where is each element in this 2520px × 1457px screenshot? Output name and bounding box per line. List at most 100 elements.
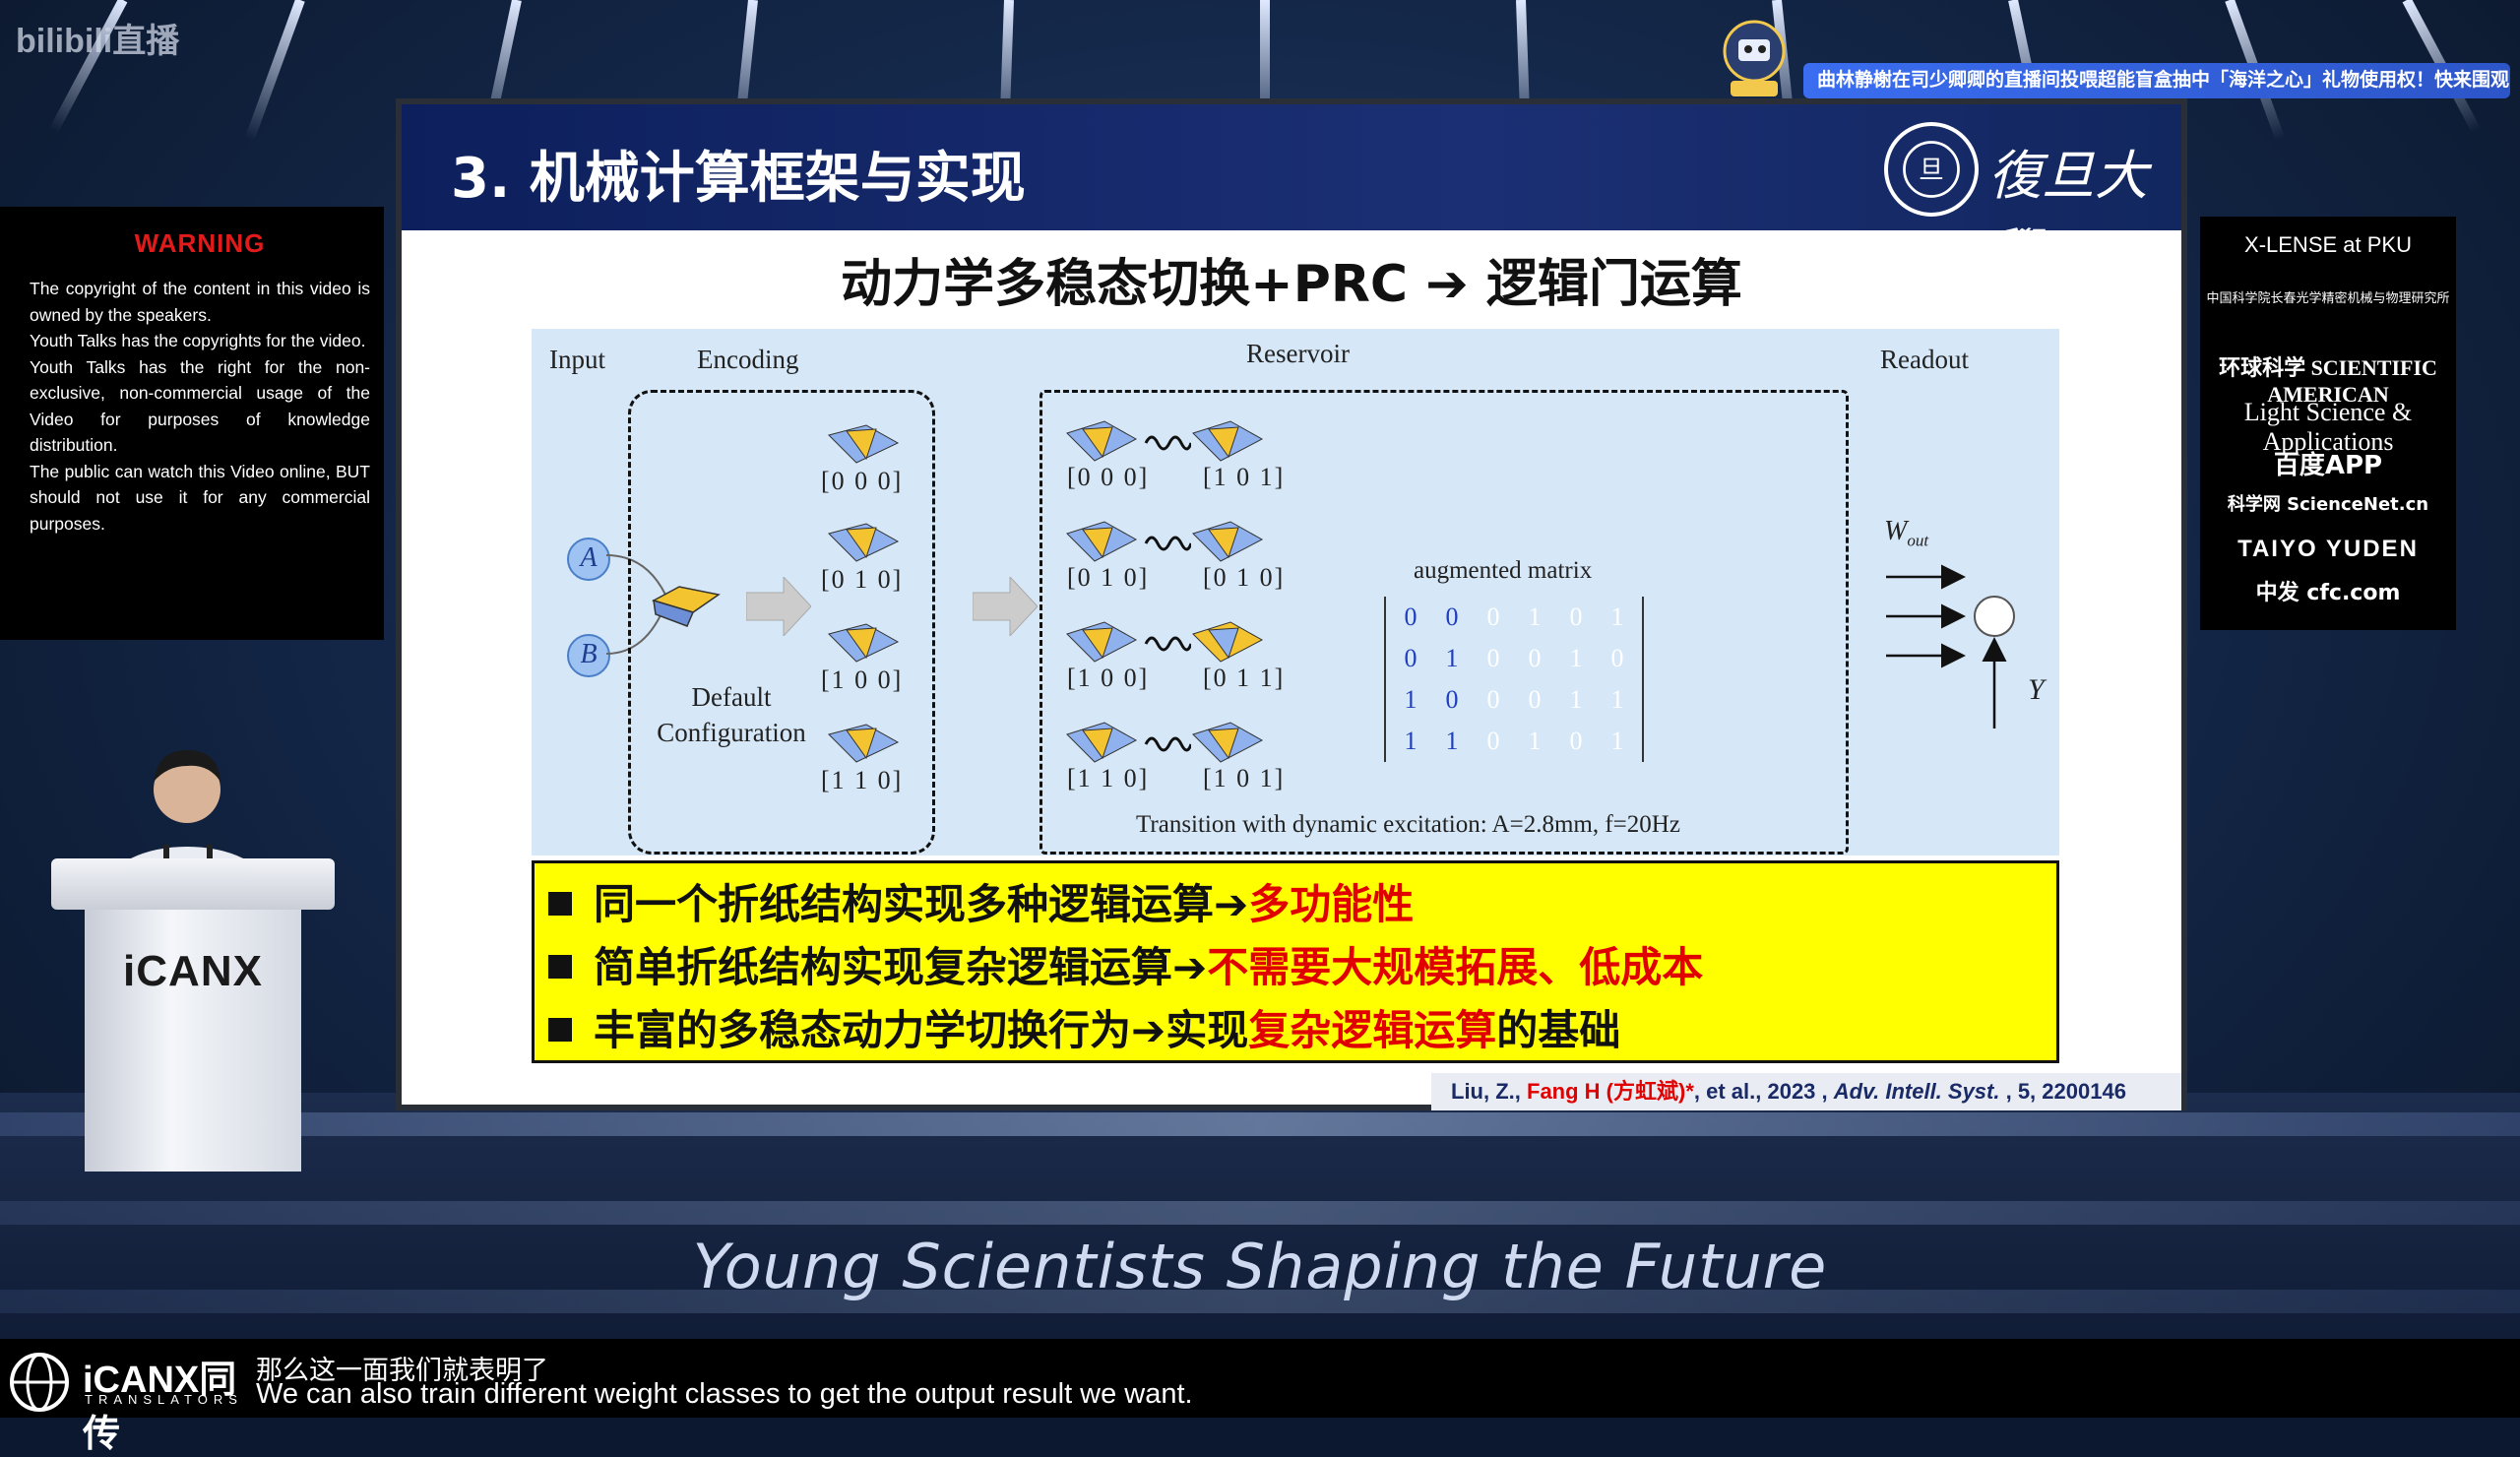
matrix-cell: 1 xyxy=(1610,602,1624,631)
matrix-cell: 1 xyxy=(1445,727,1459,755)
origami-state-icon xyxy=(1066,621,1138,663)
default-origami-icon xyxy=(652,586,721,627)
origami-state-icon xyxy=(828,724,900,763)
matrix-cell: 1 xyxy=(1569,685,1583,714)
block-arrow-icon xyxy=(973,577,1038,636)
matrix-title: augmented matrix xyxy=(1414,557,1593,584)
svg-text:旦: 旦 xyxy=(1919,156,1944,185)
warning-line: The copyright of the content in this vid… xyxy=(30,279,370,325)
reservoir-code: [0 0 0] xyxy=(1067,463,1150,491)
transition-caption: Transition with dynamic excitation: A=2.… xyxy=(1136,811,1680,838)
matrix-row: 0 1 0 0 1 0 xyxy=(1390,638,1638,679)
origami-state-icon xyxy=(1192,420,1264,462)
block-arrow-icon xyxy=(746,577,811,636)
sponsor-logo: 百度APP xyxy=(2273,451,2383,480)
key-point: 简单折纸结构实现复杂逻辑运算➔不需要大规模拓展、低成本 xyxy=(548,934,1703,994)
origami-state-icon xyxy=(828,623,900,663)
key-point: 丰富的多稳态动力学切换行为➔实现复杂逻辑运算的基础 xyxy=(548,997,1620,1057)
y-output-label: Y xyxy=(2028,673,2045,706)
matrix-cell: 0 xyxy=(1486,727,1500,755)
wave-icon xyxy=(1144,435,1191,451)
origami-state-icon xyxy=(1066,420,1138,462)
origami-state-icon xyxy=(828,424,900,464)
sponsor-logo: TAIYO YUDEN xyxy=(2237,536,2419,562)
matrix-cell: 0 xyxy=(1569,727,1583,755)
matrix-cell: 0 xyxy=(1528,644,1542,672)
sponsor-logo: 科学网 ScienceNet.cn xyxy=(2227,494,2429,515)
matrix-cell: 1 xyxy=(1610,685,1624,714)
sponsor-logo: 中发 cfc.com xyxy=(2255,581,2401,605)
reservoir-code: [1 0 0] xyxy=(1067,664,1150,692)
sponsor-logo: X-LENSE at PKU xyxy=(2244,232,2412,257)
input-node-a: A xyxy=(567,538,610,581)
reservoir-code: [1 1 0] xyxy=(1067,764,1150,792)
key-points-box: 同一个折纸结构实现多种逻辑运算➔多功能性 简单折纸结构实现复杂逻辑运算➔不需要大… xyxy=(532,860,2059,1063)
matrix-cell: 1 xyxy=(1404,727,1418,755)
matrix-cell: 0 xyxy=(1528,685,1542,714)
reservoir-code: [0 1 1] xyxy=(1203,664,1286,692)
icanx-translators-logo: iCANX同传 TRANSLATORS xyxy=(6,1349,243,1455)
brand-subtitle: TRANSLATORS xyxy=(85,1392,243,1407)
origami-state-icon xyxy=(1066,521,1138,562)
fudan-seal-icon: 旦 xyxy=(1884,122,1979,217)
origami-state-icon xyxy=(1192,621,1264,663)
encoding-code: [1 1 0] xyxy=(821,766,904,794)
warning-line: The public can watch this Video online, … xyxy=(30,461,370,534)
podium-logo: iCANX xyxy=(123,947,263,995)
warning-text: The copyright of the content in this vid… xyxy=(30,276,370,537)
matrix-cell: 0 xyxy=(1445,685,1459,714)
matrix-cell: 1 xyxy=(1445,644,1459,672)
w-out-label: Wout xyxy=(1884,516,1928,551)
origami-state-icon xyxy=(1192,722,1264,763)
slide-title: 3. 机械计算框架与实现 xyxy=(451,147,1026,211)
slide-header: 3. 机械计算框架与实现 旦 復旦大學 xyxy=(402,104,2181,285)
key-point: 同一个折纸结构实现多种逻辑运算➔多功能性 xyxy=(548,871,1414,931)
matrix-cell: 0 xyxy=(1569,602,1583,631)
w-out-subscript: out xyxy=(1907,531,1929,550)
matrix-cell: 1 xyxy=(1528,602,1542,631)
reservoir-diagram: Input Encoding Reservoir Readout A B Def… xyxy=(532,329,2059,855)
readout-label: Readout xyxy=(1880,345,1969,374)
bilibili-live-logo: bilibili直播 xyxy=(16,23,180,60)
matrix-cell: 0 xyxy=(1404,602,1418,631)
matrix-cell: 0 xyxy=(1486,602,1500,631)
matrix-cell: 0 xyxy=(1445,602,1459,631)
origami-state-icon xyxy=(1192,521,1264,562)
encoding-code: [1 0 0] xyxy=(821,665,904,694)
matrix-cell: 1 xyxy=(1404,685,1418,714)
reservoir-code: [1 0 1] xyxy=(1203,764,1286,792)
encoding-label: Encoding xyxy=(697,345,799,374)
wave-icon xyxy=(1144,536,1191,551)
origami-state-icon xyxy=(828,523,900,562)
subtitle-english: We can also train different weight class… xyxy=(256,1378,1193,1410)
sponsor-panel: X-LENSE at PKU 中国科学院长春光学精密机械与物理研究所 环球科学 … xyxy=(2200,217,2456,630)
podium: iCANX xyxy=(51,858,335,1173)
warning-line: Youth Talks has the right for the non-ex… xyxy=(30,356,370,456)
origami-state-icon xyxy=(1066,722,1138,763)
slide-subtitle: 动力学多稳态切换+PRC ➔ 逻辑门运算 xyxy=(841,255,1742,314)
encoding-code: [0 0 0] xyxy=(821,467,904,495)
citation: Liu, Z., Fang H (方虹斌)*, et al., 2023 , A… xyxy=(1431,1073,2181,1110)
matrix-cell: 0 xyxy=(1486,685,1500,714)
wave-icon xyxy=(1144,636,1191,652)
reservoir-code: [0 1 0] xyxy=(1067,563,1150,592)
matrix-row: 1 1 0 1 0 1 xyxy=(1390,721,1638,762)
gift-notification-banner[interactable]: 曲林静榭在司少卿卿的直播间投喂超能盲盒抽中「海洋之心」礼物使用权！快来围观吧～～ xyxy=(1803,63,2510,98)
readout-arrows xyxy=(1886,564,2015,728)
globe-icon xyxy=(10,1353,69,1412)
augmented-matrix: 0 0 0 1 0 1 0 1 0 0 1 0 1 0 0 0 1 1 1 1 … xyxy=(1384,597,1644,762)
matrix-cell: 0 xyxy=(1610,644,1624,672)
reservoir-code: [0 1 0] xyxy=(1203,563,1286,592)
matrix-row: 1 0 0 0 1 1 xyxy=(1390,679,1638,721)
encoding-code: [0 1 0] xyxy=(821,565,904,594)
input-label: Input xyxy=(549,345,605,374)
wave-icon xyxy=(1144,736,1191,752)
sponsor-logo: 中国科学院长春光学精密机械与物理研究所 xyxy=(2206,291,2450,306)
matrix-table: 0 0 0 1 0 1 0 1 0 0 1 0 1 0 0 0 1 1 1 1 … xyxy=(1390,597,1638,762)
warning-title: WARNING xyxy=(134,228,266,258)
matrix-cell: 0 xyxy=(1404,644,1418,672)
presentation-slide: 3. 机械计算框架与实现 旦 復旦大學 动力学多稳态切换+PRC ➔ 逻辑门运算… xyxy=(396,98,2187,1110)
w-out-symbol: W xyxy=(1884,516,1908,546)
reservoir-label: Reservoir xyxy=(1246,339,1350,368)
matrix-cell: 1 xyxy=(1528,727,1542,755)
